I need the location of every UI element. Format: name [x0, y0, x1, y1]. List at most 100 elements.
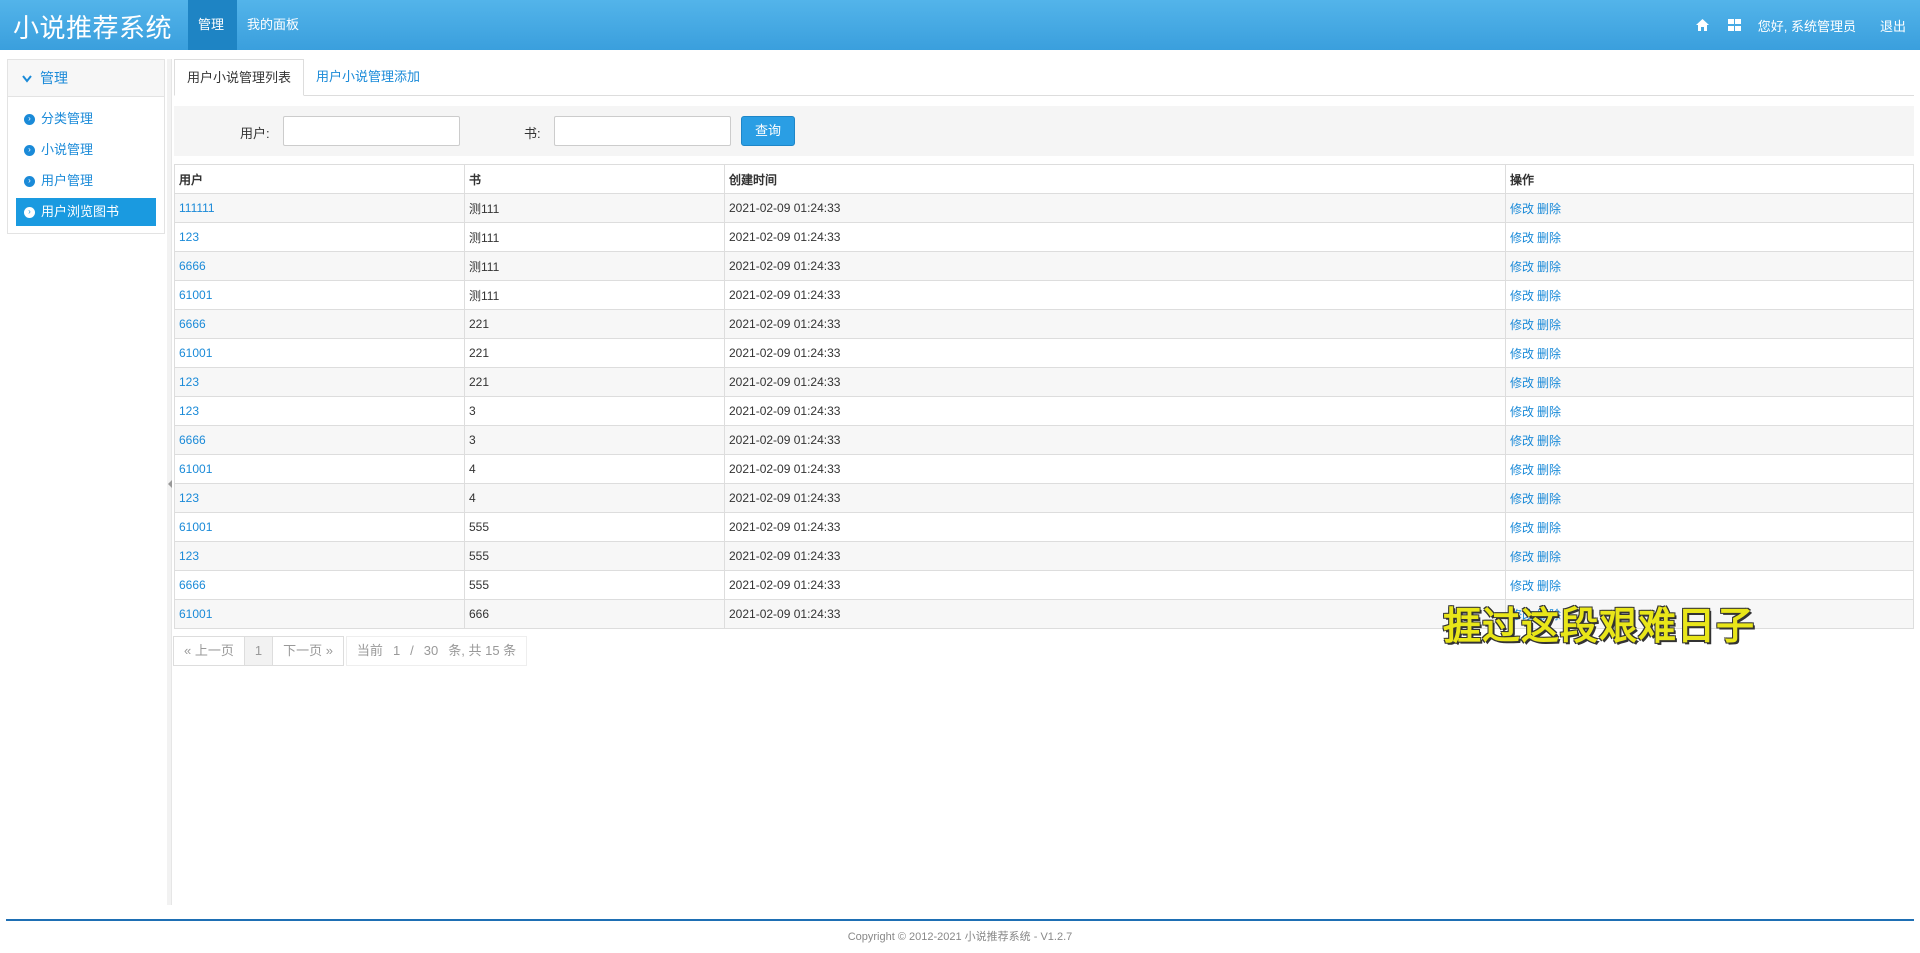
edit-link[interactable]: 修改	[1510, 579, 1534, 593]
table-header-row: 用户 书 创建时间 操作	[174, 164, 1914, 194]
cell-created-time: 2021-02-09 01:24:33	[724, 483, 1506, 513]
cell-book: 666	[464, 599, 725, 629]
edit-link[interactable]: 修改	[1510, 463, 1534, 477]
arrow-circle-icon: ›	[24, 175, 35, 187]
cell-created-time: 2021-02-09 01:24:33	[724, 599, 1506, 629]
delete-link[interactable]: 删除	[1537, 376, 1561, 390]
page-info-total-pages: 30	[423, 643, 439, 658]
delete-link[interactable]: 删除	[1537, 318, 1561, 332]
edit-link[interactable]: 修改	[1510, 202, 1534, 216]
table-row: 123 555 2021-02-09 01:24:33 修改 删除	[174, 541, 1914, 571]
edit-link[interactable]: 修改	[1510, 260, 1534, 274]
table-row: 111111 测111 2021-02-09 01:24:33 修改 删除	[174, 193, 1914, 223]
delete-link[interactable]: 删除	[1537, 492, 1561, 506]
table-body: 111111 测111 2021-02-09 01:24:33 修改 删除 123 测111…	[174, 193, 1914, 629]
edit-link[interactable]: 修改	[1510, 376, 1534, 390]
book-filter-input[interactable]	[554, 116, 731, 146]
sidebar-item-label: 分类管理	[41, 111, 94, 126]
cell-user-link[interactable]: 6666	[174, 425, 465, 455]
cell-user-link[interactable]: 123	[174, 396, 465, 426]
cell-actions: 修改 删除	[1505, 512, 1914, 542]
cell-user-link[interactable]: 123	[174, 367, 465, 397]
delete-link[interactable]: 删除	[1537, 521, 1561, 535]
edit-link[interactable]: 修改	[1510, 550, 1534, 564]
sidebar-item-users[interactable]: › 用户管理	[16, 167, 156, 195]
column-header-actions: 操作	[1505, 164, 1914, 194]
search-button[interactable]: 查询	[741, 116, 795, 146]
cell-user-link[interactable]: 61001	[174, 599, 465, 629]
user-filter-input[interactable]	[283, 116, 460, 146]
cell-user-link[interactable]: 61001	[174, 280, 465, 310]
delete-link[interactable]: 删除	[1537, 260, 1561, 274]
cell-created-time: 2021-02-09 01:24:33	[724, 280, 1506, 310]
sidebar: 管理 › 分类管理 › 小说管理 › 用户管理 › 用户浏览图书	[7, 59, 165, 234]
cell-user-link[interactable]: 61001	[174, 338, 465, 368]
cell-created-time: 2021-02-09 01:24:33	[724, 338, 1506, 368]
cell-user-link[interactable]: 123	[174, 483, 465, 513]
current-page-button[interactable]: 1	[243, 636, 274, 666]
sidebar-header[interactable]: 管理	[8, 60, 164, 97]
delete-link[interactable]: 删除	[1537, 347, 1561, 361]
delete-link[interactable]: 删除	[1537, 579, 1561, 593]
tab-list[interactable]: 用户小说管理列表	[174, 59, 304, 96]
cell-user-link[interactable]: 61001	[174, 454, 465, 484]
edit-link[interactable]: 修改	[1510, 347, 1534, 361]
user-greeting[interactable]: 您好, 系统管理员	[1758, 16, 1856, 35]
delete-link[interactable]: 删除	[1537, 434, 1561, 448]
home-icon[interactable]	[1694, 16, 1712, 34]
cell-user-link[interactable]: 6666	[174, 570, 465, 600]
cell-user-link[interactable]: 6666	[174, 309, 465, 339]
delete-link[interactable]: 删除	[1537, 202, 1561, 216]
cell-actions: 修改 删除	[1505, 251, 1914, 281]
sidebar-item-category[interactable]: › 分类管理	[16, 105, 156, 133]
sidebar-item-user-browse[interactable]: › 用户浏览图书	[16, 198, 156, 226]
overlay-caption: 捱过这段艰难日子	[1443, 606, 1756, 648]
edit-link[interactable]: 修改	[1510, 521, 1534, 535]
page-info: 当前 1 / 30 条, 共 15 条	[345, 636, 528, 666]
delete-link[interactable]: 删除	[1537, 231, 1561, 245]
edit-link[interactable]: 修改	[1510, 434, 1534, 448]
cell-book: 4	[464, 454, 725, 484]
cell-book: 4	[464, 483, 725, 513]
cell-user-link[interactable]: 123	[174, 222, 465, 252]
next-page-button[interactable]: 下一页 »	[272, 636, 344, 666]
search-bar: 用户: 书: 查询	[174, 106, 1914, 156]
cell-book: 测111	[464, 280, 725, 310]
arrow-circle-icon: ›	[24, 144, 35, 156]
brand-title[interactable]: 小说推荐系统	[13, 8, 172, 45]
delete-link[interactable]: 删除	[1537, 289, 1561, 303]
delete-link[interactable]: 删除	[1537, 463, 1561, 477]
cell-actions: 修改 删除	[1505, 193, 1914, 223]
tab-add[interactable]: 用户小说管理添加	[304, 59, 432, 96]
logout-link[interactable]: 退出	[1880, 16, 1906, 35]
edit-link[interactable]: 修改	[1510, 318, 1534, 332]
table-row: 61001 555 2021-02-09 01:24:33 修改 删除	[174, 512, 1914, 542]
table-row: 61001 221 2021-02-09 01:24:33 修改 删除	[174, 338, 1914, 368]
edit-link[interactable]: 修改	[1510, 289, 1534, 303]
cell-user-link[interactable]: 61001	[174, 512, 465, 542]
records-table: 用户 书 创建时间 操作 111111 测111 2021-02-09 01:24:…	[174, 164, 1914, 629]
edit-link[interactable]: 修改	[1510, 405, 1534, 419]
delete-link[interactable]: 删除	[1537, 550, 1561, 564]
edit-link[interactable]: 修改	[1510, 231, 1534, 245]
nav-tab-my-panel[interactable]: 我的面板	[237, 0, 309, 50]
footer-divider	[6, 919, 1914, 921]
cell-created-time: 2021-02-09 01:24:33	[724, 251, 1506, 281]
collapse-arrow-icon[interactable]	[168, 480, 172, 488]
cell-book: 555	[464, 541, 725, 571]
dashboard-icon[interactable]	[1726, 16, 1744, 34]
table-row: 123 测111 2021-02-09 01:24:33 修改 删除	[174, 222, 1914, 252]
sidebar-item-novels[interactable]: › 小说管理	[16, 136, 156, 164]
delete-link[interactable]: 删除	[1537, 405, 1561, 419]
column-header-created: 创建时间	[724, 164, 1506, 194]
cell-user-link[interactable]: 123	[174, 541, 465, 571]
cell-user-link[interactable]: 111111	[174, 193, 465, 223]
table-row: 61001 测111 2021-02-09 01:24:33 修改 删除	[174, 280, 1914, 310]
prev-page-button[interactable]: « 上一页	[173, 636, 245, 666]
cell-user-link[interactable]: 6666	[174, 251, 465, 281]
edit-link[interactable]: 修改	[1510, 492, 1534, 506]
chevron-down-icon	[22, 62, 32, 99]
nav-tab-manage[interactable]: 管理	[188, 0, 237, 50]
cell-created-time: 2021-02-09 01:24:33	[724, 454, 1506, 484]
cell-created-time: 2021-02-09 01:24:33	[724, 309, 1506, 339]
